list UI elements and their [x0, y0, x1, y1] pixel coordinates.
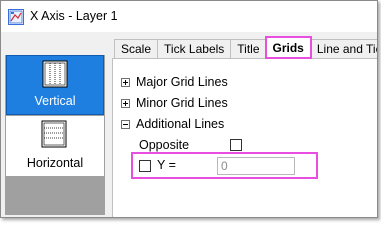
tab-line-and-ticks[interactable]: Line and Ticks: [309, 39, 377, 58]
y-value-input[interactable]: 0: [217, 157, 295, 175]
tab-strip: Scale Tick Labels Title Grids Line and T…: [114, 36, 377, 59]
collapse-minus-icon[interactable]: [121, 119, 130, 129]
dialog-body: Vertical Horizontal Scale Tick Labels Ti…: [1, 32, 377, 217]
axis-selector-panel: Vertical Horizontal: [5, 55, 105, 215]
tab-title[interactable]: Title: [230, 39, 267, 58]
title-bar[interactable]: X Axis - Layer 1: [1, 1, 377, 32]
y-equals-label: Y =: [157, 158, 176, 172]
expand-plus-icon[interactable]: [121, 98, 130, 108]
vertical-grid-icon: [42, 60, 68, 88]
dialog-window: X Axis - Layer 1 Vertical Horizontal Sca…: [0, 0, 378, 218]
tree-label: Minor Grid Lines: [136, 96, 228, 110]
tree-row-additional-lines[interactable]: Additional Lines: [121, 116, 224, 132]
opposite-label: Opposite: [139, 138, 190, 152]
app-icon: [8, 9, 24, 25]
tree-label: Major Grid Lines: [136, 75, 228, 89]
tree-row-major-grid-lines[interactable]: Major Grid Lines: [121, 74, 228, 90]
axis-item-label: Vertical: [34, 94, 76, 108]
tab-tick-labels[interactable]: Tick Labels: [157, 39, 232, 58]
window-title: X Axis - Layer 1: [30, 9, 118, 23]
expand-plus-icon[interactable]: [121, 77, 130, 87]
tree-label: Additional Lines: [136, 117, 225, 131]
y-line-checkbox[interactable]: [139, 160, 151, 172]
tab-grids[interactable]: Grids: [264, 36, 312, 59]
opposite-checkbox[interactable]: [230, 139, 242, 151]
horizontal-grid-icon: [41, 120, 67, 148]
axis-item-horizontal[interactable]: Horizontal: [6, 116, 104, 176]
axis-item-label: Horizontal: [26, 156, 84, 170]
tree-row-minor-grid-lines[interactable]: Minor Grid Lines: [121, 95, 228, 111]
axis-item-vertical[interactable]: Vertical: [6, 55, 104, 115]
tab-scale[interactable]: Scale: [114, 39, 159, 58]
grids-tab-content: Major Grid Lines Minor Grid Lines Additi…: [112, 58, 377, 217]
